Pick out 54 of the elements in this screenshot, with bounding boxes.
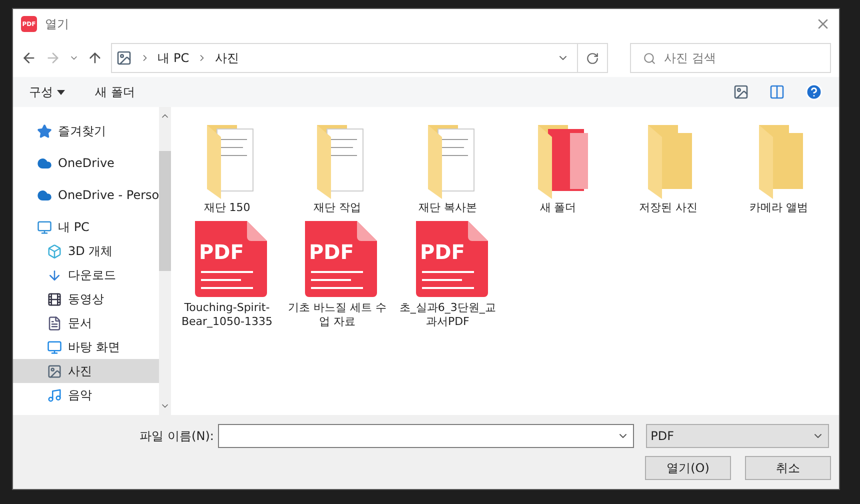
sidebar-item[interactable]: 즐겨찾기 (13, 119, 160, 143)
cube-icon (47, 244, 62, 258)
view-icon[interactable] (733, 84, 749, 100)
path-segment[interactable]: 내 PC (158, 49, 190, 67)
sidebar-item[interactable]: 음악 (13, 383, 160, 407)
back-icon[interactable] (21, 50, 37, 66)
music-note-icon (47, 388, 62, 402)
sidebar-item[interactable]: 내 PC (13, 215, 160, 239)
search-icon (642, 52, 656, 64)
cloud-icon (37, 156, 52, 170)
file-item[interactable]: 저장된 사진 (614, 119, 722, 215)
search-field[interactable]: 사진 검색 (630, 43, 831, 73)
help-icon[interactable] (805, 83, 823, 101)
sidebar-item[interactable]: 문서 (13, 311, 160, 335)
address-bar[interactable]: 내 PC 사진 (110, 43, 608, 73)
sidebar-item[interactable]: 바탕 화면 (13, 335, 160, 359)
file-item[interactable]: 재단 복사본 (394, 119, 502, 215)
down-arrow-icon (47, 268, 62, 282)
scrollbar[interactable] (159, 107, 172, 415)
refresh-icon[interactable] (586, 52, 599, 64)
file-item[interactable]: 새 폴더 (504, 119, 612, 215)
cloud-icon (37, 188, 52, 202)
picture-icon (116, 50, 132, 66)
monitor-icon (47, 340, 62, 354)
star-icon (37, 124, 52, 138)
window-title: 열기 (45, 16, 69, 33)
monitor-icon (37, 220, 52, 234)
document-icon (47, 316, 62, 330)
sidebar-item[interactable]: OneDrive - Perso (13, 183, 160, 207)
sidebar-item[interactable]: 사진 (13, 359, 160, 383)
path-segment[interactable]: 사진 (215, 49, 240, 67)
sidebar-item[interactable]: OneDrive (13, 151, 160, 175)
file-item[interactable]: 카메라 앨범 (724, 119, 833, 215)
up-icon[interactable] (86, 50, 103, 66)
file-item[interactable]: PDF 초_실과6_3단원_교과서PDF (394, 219, 502, 329)
file-item[interactable]: PDF 기초 바느질 세트 수업 자료 (283, 219, 392, 329)
caret-icon (57, 90, 65, 94)
picture-icon (47, 364, 62, 378)
new-folder-button[interactable]: 새 폴더 (95, 83, 135, 101)
file-item[interactable]: PDF Touching-Spirit-Bear_1050-1335 (173, 219, 281, 329)
sidebar-item[interactable]: 동영상 (13, 287, 160, 311)
organize-button[interactable]: 구성 (29, 83, 65, 101)
file-item[interactable]: 재단 150 (173, 119, 281, 215)
sidebar-item[interactable]: 3D 개체 (13, 239, 160, 263)
scrollbar-thumb[interactable] (159, 151, 172, 271)
open-button[interactable]: 열기(O) (645, 456, 731, 480)
filename-label: 파일 이름(N): (138, 428, 214, 445)
film-icon (47, 292, 62, 306)
cancel-button[interactable]: 취소 (745, 456, 831, 480)
filename-field[interactable] (218, 424, 634, 448)
file-type-dropdown[interactable]: PDF (646, 424, 829, 448)
file-item[interactable]: 재단 작업 (283, 119, 392, 215)
preview-pane-icon[interactable] (769, 84, 785, 100)
sidebar-item[interactable]: 다운로드 (13, 263, 160, 287)
